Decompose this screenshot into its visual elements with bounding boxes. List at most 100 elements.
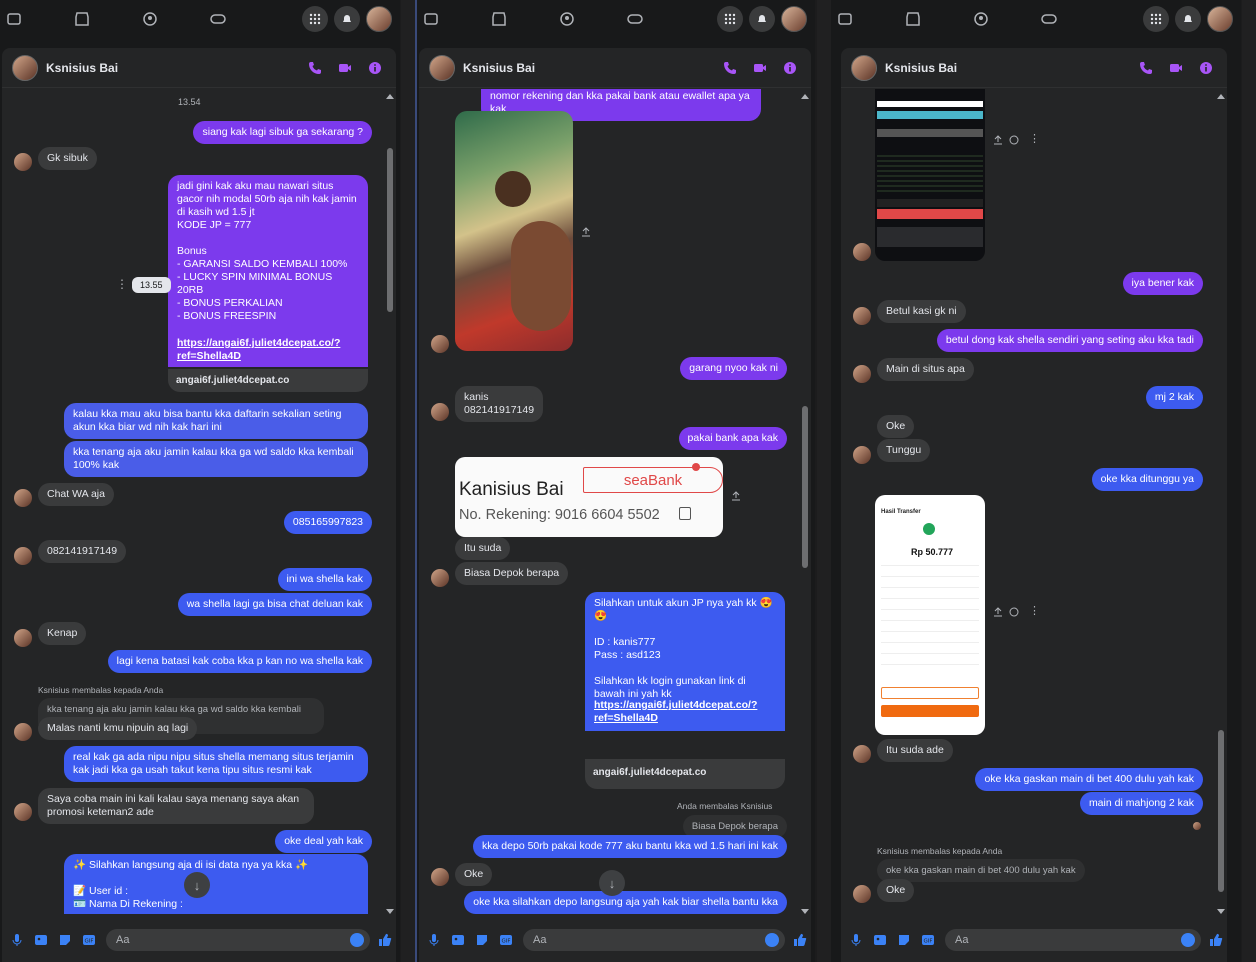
- mic-icon[interactable]: [849, 933, 863, 947]
- emoji-icon[interactable]: [1181, 933, 1195, 947]
- profile-avatar[interactable]: [1207, 6, 1233, 32]
- message-in[interactable]: Betul kasi gk ni: [877, 300, 966, 323]
- message-out[interactable]: kalau kka mau aku bisa bantu kka daftari…: [64, 403, 368, 439]
- phone-icon[interactable]: [723, 61, 737, 75]
- message-out[interactable]: kka depo 50rb pakai kode 777 aku bantu k…: [473, 835, 787, 858]
- message-out[interactable]: garang nyoo kak ni: [680, 357, 787, 380]
- sticker-icon[interactable]: [897, 933, 911, 947]
- message-in[interactable]: Malas nanti kmu nipuin aq lagi: [38, 717, 198, 740]
- message-link[interactable]: https://angai6f.juliet4dcepat.co/?ref=Sh…: [168, 337, 368, 367]
- image-icon[interactable]: [873, 933, 887, 947]
- share-icon[interactable]: [993, 607, 1003, 617]
- message-input[interactable]: Aa: [106, 929, 370, 951]
- more-options-icon[interactable]: ⋮: [116, 277, 128, 291]
- message-out[interactable]: pakai bank apa kak: [678, 427, 787, 450]
- window-scrollbar[interactable]: [1242, 0, 1256, 962]
- scroll-down-button[interactable]: ↓: [599, 870, 625, 896]
- gaming-icon[interactable]: [627, 11, 643, 27]
- message-input[interactable]: Aa: [523, 929, 785, 951]
- like-icon[interactable]: [793, 933, 807, 947]
- profile-avatar[interactable]: [366, 6, 392, 32]
- window-scrollbar[interactable]: [401, 0, 415, 962]
- message-in[interactable]: Gk sibuk: [38, 147, 97, 170]
- message-out[interactable]: iya bener kak: [1122, 272, 1203, 295]
- message-in[interactable]: Saya coba main ini kali kalau saya menan…: [38, 788, 314, 824]
- message-link[interactable]: https://angai6f.juliet4dcepat.co/?ref=Sh…: [585, 699, 785, 731]
- quoted-message[interactable]: oke kka gaskan main di bet 400 dulu yah …: [877, 859, 1085, 882]
- video-icon[interactable]: [6, 11, 22, 27]
- phone-icon[interactable]: [1139, 61, 1153, 75]
- gaming-icon[interactable]: [210, 11, 226, 27]
- message-out[interactable]: oke kka ditunggu ya: [1091, 468, 1203, 491]
- message-in[interactable]: 082141917149: [38, 540, 127, 563]
- message-input[interactable]: Aa: [945, 929, 1201, 951]
- video-call-icon[interactable]: [338, 61, 352, 75]
- message-in[interactable]: Biasa Depok berapa: [455, 562, 569, 585]
- groups-icon[interactable]: [559, 11, 575, 27]
- receipt-attachment[interactable]: Hasil Transfer Rp 50.777: [875, 495, 985, 735]
- like-icon[interactable]: [1209, 933, 1223, 947]
- marketplace-icon[interactable]: [491, 11, 507, 27]
- smiley-icon[interactable]: [1009, 135, 1019, 145]
- message-in[interactable]: Tunggu: [877, 439, 931, 462]
- message-out[interactable]: real kak ga ada nipu nipu situs shella m…: [64, 746, 368, 782]
- mic-icon[interactable]: [10, 933, 24, 947]
- message-out[interactable]: jadi gini kak aku mau nawari situs gacor…: [168, 175, 368, 351]
- link-preview[interactable]: angai6f.juliet4dcepat.co: [585, 759, 785, 789]
- message-out[interactable]: lagi kena batasi kak coba kka p kan no w…: [107, 650, 372, 673]
- smiley-icon[interactable]: [1009, 607, 1019, 617]
- scrollbar[interactable]: [386, 94, 394, 914]
- mic-icon[interactable]: [427, 933, 441, 947]
- groups-icon[interactable]: [973, 11, 989, 27]
- menu-grid-icon[interactable]: [717, 6, 743, 32]
- message-out[interactable]: main di mahjong 2 kak: [1079, 792, 1203, 815]
- message-in[interactable]: Oke: [455, 863, 493, 886]
- phone-icon[interactable]: [308, 61, 322, 75]
- scroll-down-button[interactable]: ↓: [184, 872, 210, 898]
- video-call-icon[interactable]: [1169, 61, 1183, 75]
- message-in[interactable]: Oke: [877, 879, 915, 902]
- copy-icon[interactable]: [679, 507, 691, 520]
- screenshot-attachment[interactable]: [875, 89, 985, 261]
- scrollbar[interactable]: [801, 94, 809, 914]
- message-out[interactable]: oke deal yah kak: [275, 830, 372, 853]
- contact-name[interactable]: Ksnisius Bai: [46, 61, 118, 75]
- menu-grid-icon[interactable]: [1143, 6, 1169, 32]
- message-in[interactable]: Oke: [877, 415, 915, 438]
- info-icon[interactable]: [368, 61, 382, 75]
- window-scrollbar[interactable]: [817, 0, 831, 962]
- link-preview[interactable]: angai6f.juliet4dcepat.co: [168, 369, 368, 392]
- contact-avatar[interactable]: [851, 54, 877, 81]
- more-options-icon[interactable]: ⋮: [1029, 132, 1040, 145]
- contact-name[interactable]: Ksnisius Bai: [463, 61, 535, 75]
- emoji-icon[interactable]: [350, 933, 364, 947]
- sticker-icon[interactable]: [475, 933, 489, 947]
- message-in[interactable]: Itu suda ade: [877, 739, 953, 762]
- bell-icon[interactable]: [1175, 6, 1201, 32]
- message-out[interactable]: oke kka gaskan main di bet 400 dulu yah …: [975, 768, 1203, 791]
- message-out[interactable]: wa shella lagi ga bisa chat deluan kak: [177, 593, 372, 616]
- share-icon[interactable]: [993, 135, 1003, 145]
- video-call-icon[interactable]: [753, 61, 767, 75]
- menu-grid-icon[interactable]: [302, 6, 328, 32]
- message-out[interactable]: betul dong kak shella sendiri yang setin…: [936, 329, 1203, 352]
- groups-icon[interactable]: [142, 11, 158, 27]
- bell-icon[interactable]: [749, 6, 775, 32]
- bell-icon[interactable]: [334, 6, 360, 32]
- info-icon[interactable]: [1199, 61, 1213, 75]
- image-icon[interactable]: [34, 933, 48, 947]
- photo-attachment[interactable]: [455, 111, 573, 351]
- message-in[interactable]: Itu suda: [455, 537, 511, 560]
- message-in[interactable]: kanis 082141917149: [455, 386, 544, 422]
- emoji-icon[interactable]: [765, 933, 779, 947]
- gif-icon[interactable]: GIF: [921, 933, 935, 947]
- like-icon[interactable]: [378, 933, 392, 947]
- message-out[interactable]: kka tenang aja aku jamin kalau kka ga wd…: [64, 441, 368, 477]
- profile-avatar[interactable]: [781, 6, 807, 32]
- video-icon[interactable]: [837, 11, 853, 27]
- message-out[interactable]: ✨ Silahkan langsung aja di isi data nya …: [64, 854, 368, 914]
- share-icon[interactable]: [731, 491, 741, 501]
- message-out[interactable]: siang kak lagi sibuk ga sekarang ?: [193, 121, 372, 144]
- sticker-icon[interactable]: [58, 933, 72, 947]
- gif-icon[interactable]: GIF: [499, 933, 513, 947]
